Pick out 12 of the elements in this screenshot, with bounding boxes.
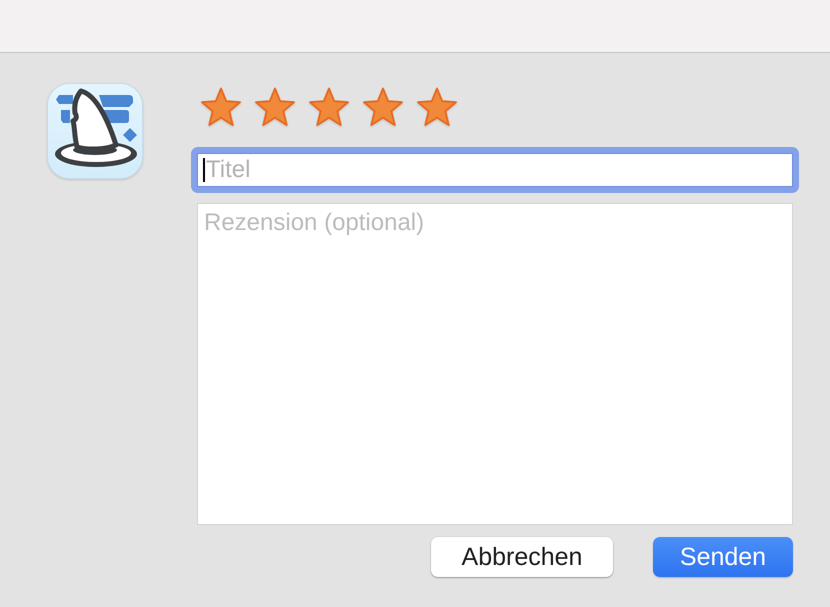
send-button[interactable]: Senden (653, 537, 793, 577)
title-field[interactable]: Titel (191, 147, 799, 193)
review-field[interactable]: Rezension (optional) (197, 203, 793, 525)
star-icon[interactable] (254, 87, 296, 127)
star-icon[interactable] (308, 87, 350, 127)
star-icon[interactable] (200, 87, 242, 127)
star-rating[interactable] (200, 87, 458, 127)
text-cursor-icon (203, 158, 205, 182)
wizard-hat-icon (47, 83, 143, 179)
star-icon[interactable] (416, 87, 458, 127)
star-icon[interactable] (362, 87, 404, 127)
cancel-button[interactable]: Abbrechen (431, 537, 613, 577)
